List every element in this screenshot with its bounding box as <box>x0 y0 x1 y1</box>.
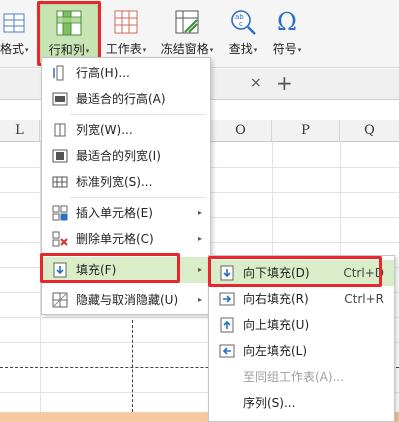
menu-item-label: 隐藏与取消隐藏(U) <box>76 293 179 307</box>
menu-item-fill-right[interactable]: 向右填充(R) Ctrl+R <box>209 286 394 312</box>
standard-column-width-icon <box>52 176 68 188</box>
row-col-menu: 行高(H)... 最适合的行高(A) 列宽(W)... 最适合的列宽(I) 标准… <box>41 57 211 315</box>
menu-item-delete-cells[interactable]: 删除单元格(C) ▸ <box>42 226 210 252</box>
new-tab-icon[interactable]: + <box>276 71 293 95</box>
chevron-down-icon: ▾ <box>85 47 90 55</box>
symbol-button[interactable]: Ω 符号▾ <box>266 4 308 64</box>
menu-item-label: 删除单元格(C) <box>76 232 154 246</box>
find-icon: ab c <box>231 10 256 35</box>
shortcut-label: Ctrl+R <box>344 292 384 306</box>
chevron-down-icon: ▾ <box>142 46 147 54</box>
format-button[interactable]: 格式▾ <box>0 4 29 64</box>
menu-item-label: 序列(S)... <box>243 396 296 410</box>
menu-item-label: 向右填充(R) <box>243 292 309 306</box>
fill-submenu: 向下填充(D) Ctrl+D 向右填充(R) Ctrl+R 向上填充(U) 向左… <box>208 255 395 422</box>
symbol-label: 符号 <box>272 42 297 56</box>
find-icon-c: c <box>239 20 243 28</box>
chevron-down-icon: ▾ <box>209 46 214 54</box>
format-icon <box>3 13 25 33</box>
fill-right-icon <box>219 292 235 306</box>
fill-left-icon <box>219 344 235 358</box>
menu-item-autofit-column-width[interactable]: 最适合的列宽(I) <box>42 143 210 169</box>
menu-item-column-width[interactable]: 列宽(W)... <box>42 117 210 143</box>
shortcut-label: Ctrl+D <box>343 266 384 280</box>
column-width-icon <box>54 123 66 137</box>
menu-item-label: 最适合的列宽(I) <box>76 149 161 163</box>
menu-item-fill-left[interactable]: 向左填充(L) <box>209 338 394 364</box>
row-height-icon <box>53 65 64 81</box>
menu-item-autofit-row-height[interactable]: 最适合的行高(A) <box>42 86 210 112</box>
chevron-down-icon: ▾ <box>253 46 258 54</box>
freeze-panes-icon <box>175 10 199 34</box>
close-tab-icon[interactable]: × <box>250 75 262 91</box>
menu-item-fill[interactable]: 填充(F) ▸ <box>42 257 210 283</box>
menu-item-label: 至同组工作表(A)... <box>243 370 345 384</box>
fill-down-icon <box>220 265 234 281</box>
column-header-q[interactable]: Q <box>340 120 399 142</box>
format-label: 格式 <box>0 42 25 56</box>
page-break-line <box>132 320 133 412</box>
autofit-row-height-icon <box>52 92 68 106</box>
submenu-arrow-icon: ▸ <box>197 295 202 304</box>
menu-item-insert-cells[interactable]: 插入单元格(E) ▸ <box>42 200 210 226</box>
menu-item-standard-column-width[interactable]: 标准列宽(S)... <box>42 169 210 195</box>
fill-up-icon <box>220 317 234 333</box>
column-header-l[interactable]: L <box>0 120 40 142</box>
menu-item-label: 插入单元格(E) <box>76 206 153 220</box>
worksheet-label: 工作表 <box>105 42 142 56</box>
menu-item-fill-across-worksheets[interactable]: 至同组工作表(A)... <box>209 364 394 390</box>
column-header-o[interactable]: O <box>210 120 272 142</box>
freeze-panes-button[interactable]: 冻结窗格▾ <box>155 4 219 64</box>
submenu-arrow-icon: ▸ <box>197 234 202 243</box>
fill-icon <box>53 262 67 278</box>
menu-item-fill-series[interactable]: 序列(S)... <box>209 390 394 416</box>
chevron-down-icon: ▾ <box>25 46 29 54</box>
menu-item-fill-down[interactable]: 向下填充(D) Ctrl+D <box>209 260 394 286</box>
find-label: 查找 <box>228 42 253 56</box>
freeze-panes-label: 冻结窗格 <box>160 42 209 56</box>
menu-item-label: 行高(H)... <box>76 66 130 80</box>
menu-item-label: 向上填充(U) <box>243 318 310 332</box>
submenu-arrow-icon: ▸ <box>197 265 202 274</box>
menu-item-hide-unhide[interactable]: 隐藏与取消隐藏(U) ▸ <box>42 287 210 313</box>
worksheet-icon <box>114 10 138 34</box>
row-col-icon <box>56 10 82 36</box>
row-col-button[interactable]: 行和列▾ <box>40 4 98 64</box>
row-col-label: 行和列 <box>48 43 85 57</box>
chevron-down-icon: ▾ <box>297 46 302 54</box>
menu-item-label: 列宽(W)... <box>76 123 133 137</box>
autofit-column-width-icon <box>52 149 68 163</box>
column-header-p[interactable]: P <box>272 120 340 142</box>
insert-cells-icon <box>52 205 68 221</box>
menu-item-row-height[interactable]: 行高(H)... <box>42 60 210 86</box>
menu-separator <box>70 197 206 198</box>
menu-item-label: 向下填充(D) <box>243 266 310 280</box>
menu-item-fill-up[interactable]: 向上填充(U) <box>209 312 394 338</box>
hide-unhide-icon <box>52 292 68 308</box>
submenu-arrow-icon: ▸ <box>197 208 202 217</box>
menu-item-label: 填充(F) <box>76 263 117 277</box>
menu-item-label: 向左填充(L) <box>243 344 308 358</box>
menu-separator <box>70 114 206 115</box>
delete-cells-icon <box>52 231 68 247</box>
menu-item-label: 最适合的行高(A) <box>76 92 166 106</box>
menu-item-label: 标准列宽(S)... <box>76 175 153 189</box>
omega-icon: Ω <box>277 8 297 36</box>
worksheet-button[interactable]: 工作表▾ <box>100 4 152 64</box>
find-button[interactable]: ab c 查找▾ <box>222 4 264 64</box>
